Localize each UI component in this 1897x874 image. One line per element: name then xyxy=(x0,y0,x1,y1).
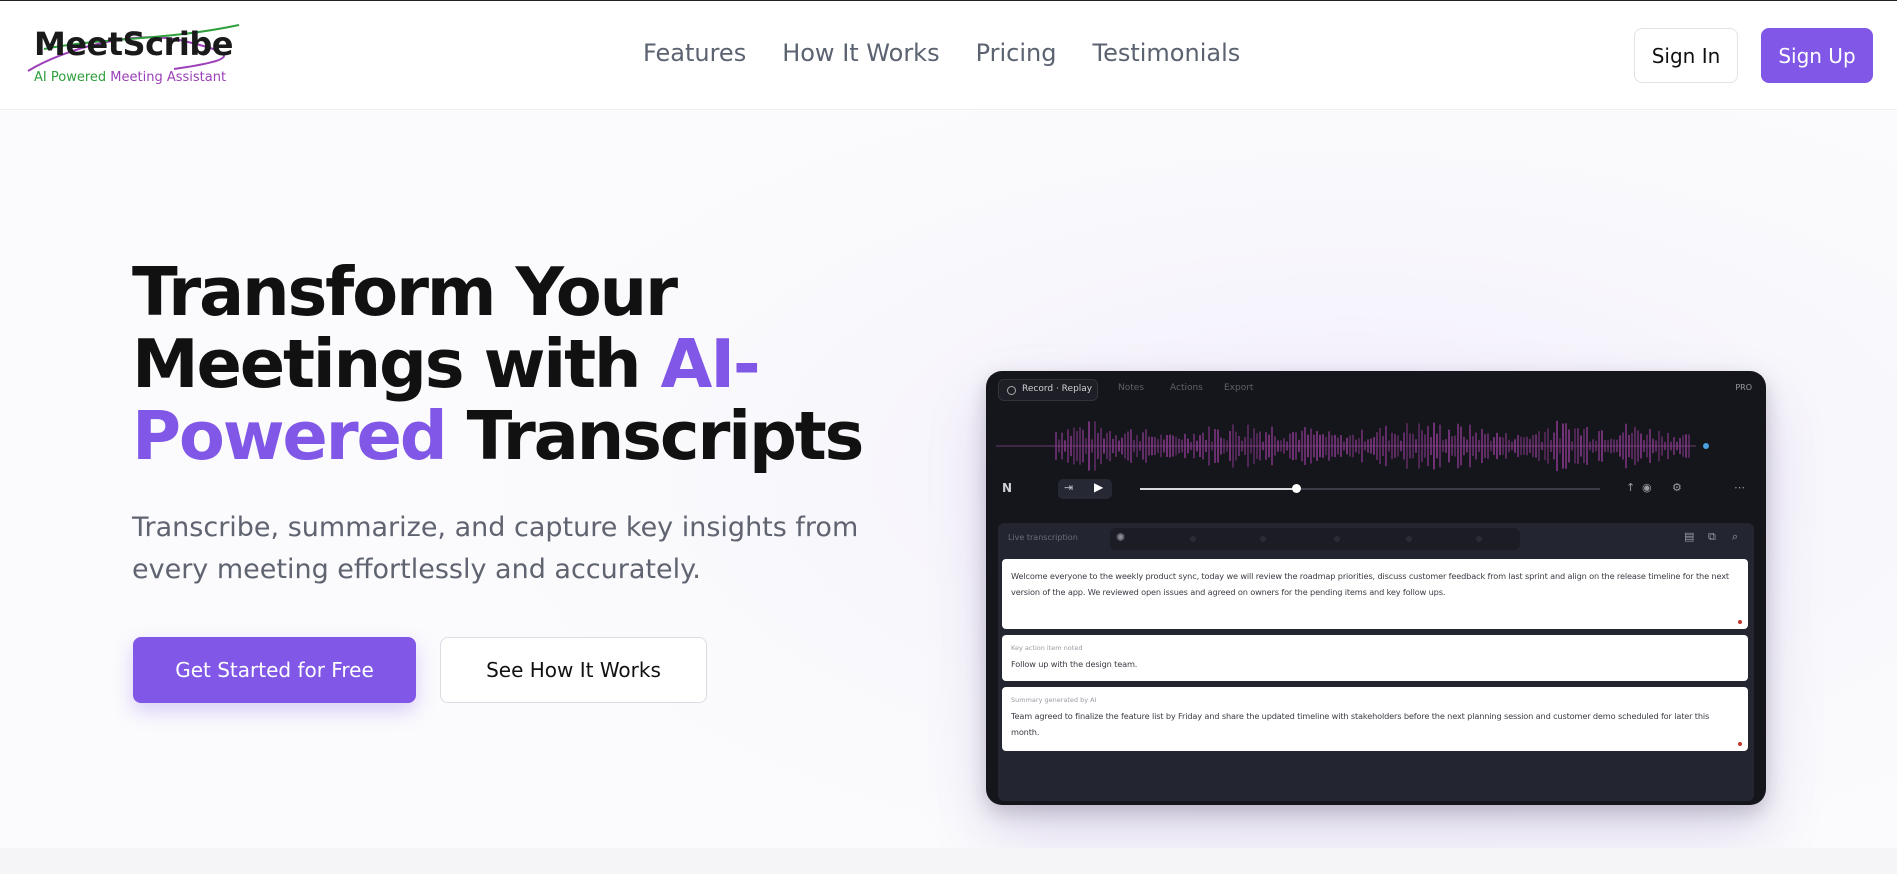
scrubber-handle[interactable] xyxy=(1292,484,1302,493)
nav-link-pricing[interactable]: Pricing xyxy=(976,39,1057,67)
skip-back-icon[interactable]: ⇥ xyxy=(1064,481,1073,494)
playback-progress xyxy=(1140,488,1297,490)
record-icon xyxy=(1007,386,1016,395)
play-icon[interactable]: ▶ xyxy=(1094,480,1103,494)
filter-chip[interactable] xyxy=(1260,536,1266,542)
transcript-search-bar[interactable]: ✺ xyxy=(1110,528,1520,550)
logo-tagline: AI Powered Meeting Assistant xyxy=(34,70,226,85)
audio-waveform xyxy=(996,420,1709,472)
nav-link-features[interactable]: Features xyxy=(643,39,746,67)
mock-tab-export[interactable]: Export xyxy=(1224,383,1253,393)
transcript-text: Follow up with the design team. xyxy=(1011,659,1138,669)
transcript-panel: Live transcription ✺ ▤ ⧉ ⌕ Welcome every… xyxy=(998,523,1754,801)
hero-headline: Transform Your Meetings with AI-Powered … xyxy=(132,256,952,472)
card-marker xyxy=(1738,742,1742,746)
ai-icon: ✺ xyxy=(1116,531,1126,544)
filter-chip[interactable] xyxy=(1406,536,1412,542)
navbar: MeetScribe AI Powered Meeting Assistant … xyxy=(0,1,1897,110)
transcript-card[interactable]: Welcome everyone to the weekly product s… xyxy=(1002,559,1748,629)
filter-chip[interactable] xyxy=(1476,536,1482,542)
microphone-icon[interactable]: ◉ xyxy=(1642,481,1652,494)
headline-part1: Transform Your Meetings with xyxy=(132,253,678,403)
playback-scrubber[interactable] xyxy=(1140,484,1600,493)
playback-controls: ⇥ ▶ xyxy=(1058,479,1112,499)
sign-up-button[interactable]: Sign Up xyxy=(1761,28,1873,83)
next-section-edge xyxy=(0,848,1897,874)
mock-tab-notes[interactable]: Notes xyxy=(1118,383,1144,393)
panel-label: Live transcription xyxy=(1008,533,1078,542)
mock-tab-record-label: Record · Replay xyxy=(1022,384,1093,394)
nav-links: Features How It Works Pricing Testimonia… xyxy=(643,39,1240,67)
pro-badge: PRO xyxy=(1735,383,1752,392)
nav-link-testimonials[interactable]: Testimonials xyxy=(1093,39,1241,67)
search-icon[interactable]: ⌕ xyxy=(1732,530,1738,544)
copy-icon[interactable]: ▤ xyxy=(1684,530,1694,543)
hero-section: Transform Your Meetings with AI-Powered … xyxy=(0,111,1897,848)
filter-chip[interactable] xyxy=(1334,536,1340,542)
settings-icon[interactable]: ⚙ xyxy=(1672,481,1682,494)
logo-tagline-part2: Meeting Assistant xyxy=(110,70,227,85)
logo[interactable]: MeetScribe AI Powered Meeting Assistant xyxy=(24,19,254,89)
logo-title: MeetScribe xyxy=(34,25,233,63)
filter-chip[interactable] xyxy=(1190,536,1196,542)
volume-icon[interactable]: ↑ xyxy=(1626,481,1635,494)
transcript-text: Team agreed to finalize the feature list… xyxy=(1011,711,1710,737)
more-options-icon[interactable]: ⋯ xyxy=(1734,481,1745,494)
mock-tab-actions[interactable]: Actions xyxy=(1170,383,1203,393)
transcript-card[interactable]: Summary generated by AI Team agreed to f… xyxy=(1002,687,1748,751)
sign-in-button[interactable]: Sign In xyxy=(1634,28,1738,83)
app-preview-mockup: Record · Replay Notes Actions Export PRO… xyxy=(986,371,1766,805)
logo-tagline-part1: AI Powered xyxy=(34,70,107,85)
transcript-label: Summary generated by AI xyxy=(1011,696,1097,704)
transcript-text: Welcome everyone to the weekly product s… xyxy=(1011,571,1729,597)
nav-link-how-it-works[interactable]: How It Works xyxy=(782,39,939,67)
expand-icon[interactable]: ⧉ xyxy=(1708,530,1716,544)
see-how-it-works-button[interactable]: See How It Works xyxy=(440,637,707,703)
notes-icon[interactable]: N xyxy=(998,479,1016,497)
card-marker xyxy=(1738,620,1742,624)
hero-subtitle: Transcribe, summarize, and capture key i… xyxy=(132,512,859,585)
transcript-label: Key action item noted xyxy=(1011,644,1083,652)
get-started-button[interactable]: Get Started for Free xyxy=(133,637,416,703)
transcript-card[interactable]: Key action item noted Follow up with the… xyxy=(1002,635,1748,681)
mock-tab-record[interactable]: Record · Replay xyxy=(998,379,1098,401)
headline-part2: Transcripts xyxy=(466,397,865,475)
